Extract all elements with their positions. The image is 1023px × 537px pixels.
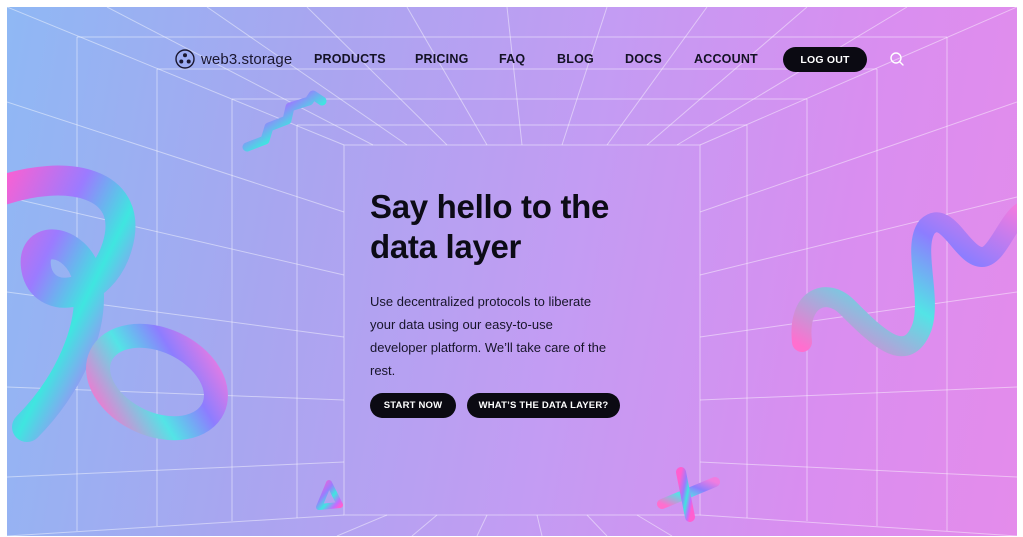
brand-logo[interactable]: web3.storage bbox=[175, 42, 292, 76]
brand-name: web3.storage bbox=[201, 50, 293, 68]
triangle-shape bbox=[316, 480, 343, 510]
hero-description-line: your data using our easy-to-use bbox=[370, 317, 553, 332]
hero-heading-line: Say hello to the bbox=[370, 188, 610, 225]
logout-button[interactable]: LOG OUT bbox=[783, 47, 867, 72]
hero-description-line: rest. bbox=[370, 363, 396, 378]
hero-heading-line: data layer bbox=[370, 228, 522, 265]
search-icon[interactable] bbox=[889, 51, 905, 67]
nav-blog[interactable]: BLOG bbox=[557, 42, 594, 76]
nav-docs[interactable]: DOCS bbox=[625, 42, 662, 76]
nav-faq[interactable]: FAQ bbox=[499, 42, 525, 76]
right-wave-shape bbox=[791, 203, 1017, 357]
hero-heading: Say hello to the data layer bbox=[370, 187, 670, 267]
web3-storage-logo-icon bbox=[175, 49, 195, 69]
nav-account[interactable]: ACCOUNT bbox=[694, 42, 758, 76]
hero-section: web3.storage PRODUCTS PRICING FAQ BLOG D… bbox=[7, 7, 1017, 536]
cross-shape bbox=[657, 467, 720, 522]
background-grid-illustration bbox=[7, 7, 1017, 536]
nav-products[interactable]: PRODUCTS bbox=[314, 42, 386, 76]
left-loop-shape bbox=[7, 165, 228, 442]
hero-description: Use decentralized protocols to liberate … bbox=[370, 290, 630, 382]
nav-pricing[interactable]: PRICING bbox=[415, 42, 469, 76]
whats-the-data-layer-button[interactable]: WHAT’S THE DATA LAYER? bbox=[467, 393, 620, 418]
top-navigation: web3.storage PRODUCTS PRICING FAQ BLOG D… bbox=[7, 42, 1017, 76]
zigzag-shape bbox=[242, 90, 327, 152]
start-now-button[interactable]: START NOW bbox=[370, 393, 456, 418]
hero-description-line: Use decentralized protocols to liberate bbox=[370, 294, 592, 309]
hero-description-line: developer platform. We’ll take care of t… bbox=[370, 340, 607, 355]
